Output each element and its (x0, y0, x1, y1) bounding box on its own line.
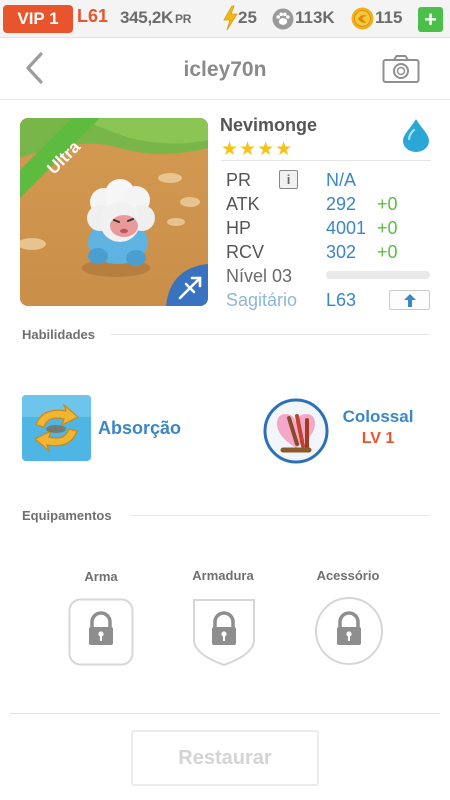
add-coins-button[interactable]: + (418, 7, 443, 32)
arrow-up-icon (403, 293, 416, 307)
camera-icon[interactable] (382, 54, 420, 84)
leader-skill-level: LV 1 (361, 430, 395, 447)
armor-label: Armadura (192, 568, 254, 583)
hp-label: HP (226, 218, 252, 238)
zodiac-label: Sagitário (226, 290, 298, 310)
divider (221, 160, 431, 161)
coin-icon (351, 7, 374, 30)
pr-value: N/A (326, 170, 357, 190)
rcv-bonus: +0 (377, 242, 398, 262)
section-divider (110, 334, 430, 335)
power-rating: 345,2K PR (120, 8, 191, 28)
upgrade-button[interactable] (389, 290, 430, 310)
restore-button[interactable]: Restaurar (131, 730, 319, 786)
equipment-section-label: Equipamentos (22, 508, 112, 523)
paw-count: 113K (295, 8, 335, 27)
hp-bonus: +0 (377, 218, 398, 238)
armor-slot[interactable] (191, 596, 257, 668)
active-skill-icon[interactable] (22, 395, 91, 461)
paw-icon (272, 8, 294, 30)
monster-portrait[interactable]: Ultra (20, 118, 208, 306)
star-rating: ★★★★ (221, 139, 294, 160)
accessory-slot[interactable] (314, 596, 384, 666)
level-label: Nível 03 (226, 266, 293, 286)
leader-skill-icon[interactable] (263, 398, 329, 464)
atk-label: ATK (226, 194, 260, 214)
vip-badge[interactable]: VIP 1 (3, 5, 73, 33)
footer-divider (10, 713, 440, 714)
lightning-icon (223, 5, 238, 31)
atk-value: 292 (326, 194, 357, 214)
level-progress-bar (326, 271, 430, 279)
power-value: 345,2K (120, 8, 174, 27)
rcv-value: 302 (326, 242, 357, 262)
leader-skill-name[interactable]: Colossal (338, 407, 418, 427)
rcv-label: RCV (226, 242, 265, 262)
section-divider (130, 515, 430, 516)
player-level: L61 (77, 6, 109, 26)
weapon-slot[interactable] (68, 598, 134, 666)
pr-label: PR (226, 170, 252, 190)
monster-name: Nevimonge (220, 115, 318, 135)
coin-count: 115 (375, 8, 403, 27)
skills-section-label: Habilidades (22, 327, 95, 342)
zodiac-level: L63 (326, 290, 357, 310)
page-header: icley70n (0, 38, 450, 100)
active-skill-name[interactable]: Absorção (98, 418, 181, 439)
pr-info-button[interactable]: i (279, 170, 298, 189)
accessory-label: Acessório (316, 568, 380, 583)
hp-value: 4001 (326, 218, 367, 238)
atk-bonus: +0 (377, 194, 398, 214)
absorb-icon (22, 395, 91, 461)
weapon-label: Arma (84, 569, 118, 584)
monster-image (20, 118, 208, 306)
water-drop-icon (403, 119, 429, 152)
energy-count: 25 (238, 8, 257, 27)
status-bar: VIP 1 L61 345,2K PR 25 113K 115 + (0, 0, 450, 38)
power-label: PR (175, 12, 192, 26)
